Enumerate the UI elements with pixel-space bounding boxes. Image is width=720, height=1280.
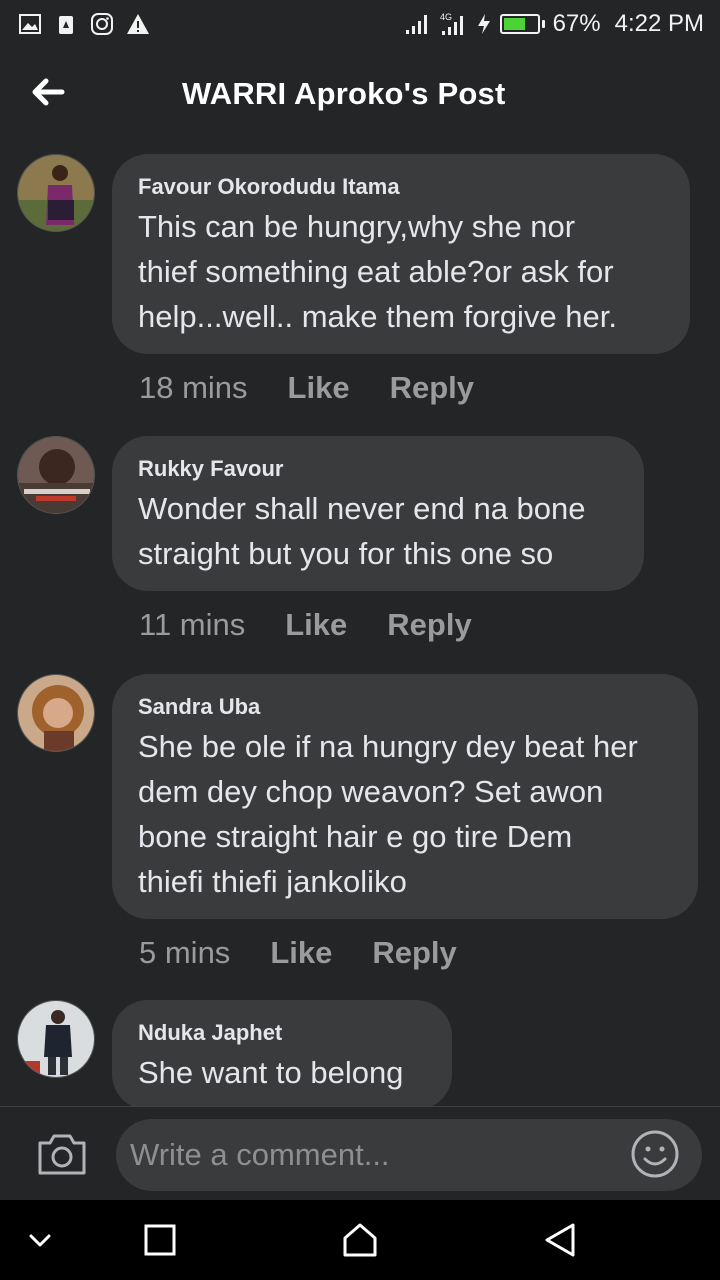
reply-button[interactable]: Reply: [387, 607, 471, 643]
comment-line: thiefi thiefi jankoliko: [138, 864, 407, 899]
comment-line: thief something eat able?or ask for: [138, 254, 614, 289]
clock: 4:22 PM: [614, 10, 704, 37]
comment-time: 11 mins: [139, 607, 246, 642]
like-button[interactable]: Like: [285, 607, 347, 643]
comment-author[interactable]: Rukky Favour: [138, 456, 618, 482]
comment-text: Wonder shall never end na bone straight …: [138, 486, 618, 576]
comment-input[interactable]: [116, 1119, 702, 1191]
comment-line: She be ole if na hungry dey beat her: [138, 729, 638, 764]
reply-button[interactable]: Reply: [372, 935, 456, 971]
header: WARRI Aproko's Post: [0, 56, 720, 136]
comment-meta: 5 mins Like Reply: [139, 935, 457, 971]
back-triangle-icon[interactable]: [540, 1220, 580, 1260]
comment-line: dem dey chop weavon? Set awon: [138, 774, 604, 809]
status-left: [18, 12, 150, 36]
image-icon: [19, 14, 41, 34]
comment-time: 18 mins: [139, 370, 248, 405]
comment-line: bone straight hair e go tire Dem: [138, 819, 573, 854]
avatar-image: [18, 437, 94, 513]
battery-body: [499, 14, 540, 34]
avatar[interactable]: [17, 154, 95, 232]
comment-line: This can be hungry,why she nor: [138, 209, 576, 244]
avatar[interactable]: [17, 674, 95, 752]
comment-bubble[interactable]: Sandra Uba She be ole if na hungry dey b…: [112, 674, 698, 919]
comment-line: She want to belong: [138, 1055, 404, 1090]
comment-text: This can be hungry,why she nor thief som…: [138, 204, 664, 339]
comment-bubble[interactable]: Favour Okorodudu Itama This can be hungr…: [112, 154, 690, 354]
comment-line: Wonder shall never end na bone: [138, 491, 586, 526]
comment-text: She want to belong: [138, 1050, 426, 1095]
warning-icon: [127, 14, 149, 34]
screen: 4G 67% 4:22 PM WARRI Aproko's Post Favou…: [0, 0, 720, 1280]
avatar[interactable]: [17, 436, 95, 514]
square-icon[interactable]: [140, 1220, 180, 1260]
instagram-icon: [91, 13, 113, 35]
comment-composer: [0, 1106, 720, 1200]
like-button[interactable]: Like: [288, 370, 350, 406]
emoji-icon[interactable]: [630, 1129, 680, 1179]
comment-text: She be ole if na hungry dey beat her dem…: [138, 724, 672, 904]
avatar[interactable]: [17, 1000, 95, 1078]
page-title: WARRI Aproko's Post: [182, 76, 506, 111]
comment-author[interactable]: Sandra Uba: [138, 694, 672, 720]
comment-line: straight but you for this one so: [138, 536, 554, 571]
avatar-image: [18, 675, 94, 751]
signal-icon: [405, 15, 427, 34]
battery-percent: 67%: [552, 10, 601, 37]
reply-button[interactable]: Reply: [390, 370, 474, 406]
battery-icon: [499, 14, 545, 34]
signal-4g-icon: 4G: [440, 12, 463, 35]
lock-icon: [59, 16, 73, 34]
comment-meta: 11 mins Like Reply: [139, 607, 472, 643]
battery-fill: [503, 18, 525, 30]
comment-author[interactable]: Nduka Japhet: [138, 1020, 426, 1046]
avatar-image: [18, 155, 94, 231]
comment-bubble[interactable]: Rukky Favour Wonder shall never end na b…: [112, 436, 644, 591]
system-nav-bar: [0, 1200, 720, 1280]
battery-tip: [541, 20, 545, 28]
home-icon[interactable]: [340, 1220, 380, 1260]
comment-meta: 18 mins Like Reply: [139, 370, 474, 406]
status-bar: 4G 67% 4:22 PM: [0, 0, 720, 48]
arrow-left-icon[interactable]: [28, 72, 68, 112]
comment-time: 5 mins: [139, 935, 231, 970]
camera-icon[interactable]: [36, 1131, 88, 1177]
status-right: 4G 67% 4:22 PM: [404, 10, 704, 38]
avatar-image: [18, 1001, 94, 1077]
comment-bubble[interactable]: Nduka Japhet She want to belong: [112, 1000, 452, 1110]
comment-line: help...well.. make them forgive her.: [138, 299, 618, 334]
charging-icon: [477, 14, 490, 34]
chevron-down-icon[interactable]: [20, 1220, 60, 1260]
svg-text:4G: 4G: [440, 12, 452, 22]
comment-author[interactable]: Favour Okorodudu Itama: [138, 174, 664, 200]
like-button[interactable]: Like: [270, 935, 332, 971]
